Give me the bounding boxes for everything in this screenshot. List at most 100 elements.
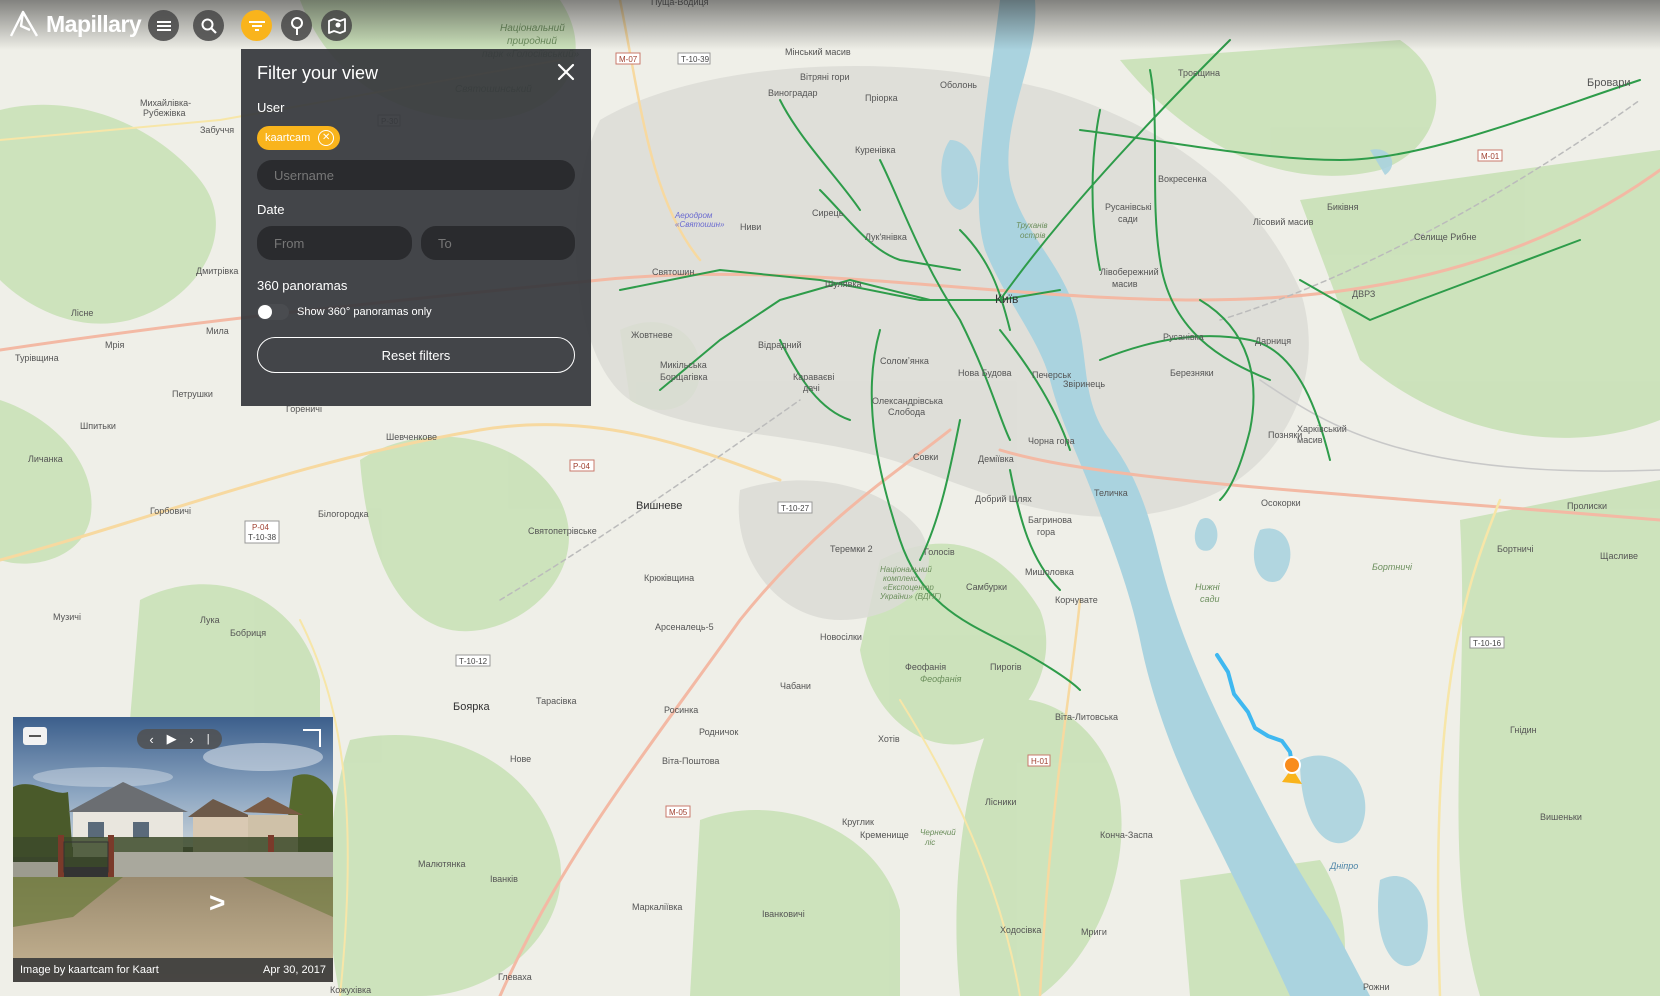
svg-text:Росинка: Росинка — [664, 705, 698, 715]
reset-filters-button[interactable]: Reset filters — [257, 337, 575, 373]
minimize-viewer-button[interactable] — [23, 727, 47, 745]
svg-text:Пріорка: Пріорка — [865, 93, 898, 103]
svg-text:Бобриця: Бобриця — [230, 628, 266, 638]
svg-text:Тарасівка: Тарасівка — [536, 696, 577, 706]
svg-text:«Святошин»: «Святошин» — [675, 220, 725, 229]
svg-text:Теремки 2: Теремки 2 — [830, 544, 873, 554]
svg-text:Березняки: Березняки — [1170, 368, 1214, 378]
stop-icon[interactable]: | — [207, 733, 210, 745]
svg-text:М-01: М-01 — [1481, 152, 1500, 161]
expand-viewer-icon[interactable] — [303, 729, 321, 747]
svg-text:сади: сади — [1118, 214, 1138, 224]
svg-text:Русанівські: Русанівські — [1105, 202, 1152, 212]
date-to-input[interactable] — [421, 226, 575, 260]
svg-text:Лука: Лука — [200, 615, 220, 625]
date-range — [257, 226, 575, 260]
svg-text:Круглик: Круглик — [842, 817, 874, 827]
svg-text:Рубежівка: Рубежівка — [143, 108, 186, 118]
svg-text:Гнідин: Гнідин — [1510, 725, 1537, 735]
svg-text:Звіринець: Звіринець — [1063, 379, 1105, 389]
search-button[interactable] — [193, 10, 224, 41]
svg-text:Національний: Національний — [880, 565, 932, 574]
filter-panel: Filter your view User kaartcam ✕ Date 36… — [241, 49, 591, 406]
svg-text:Пролиски: Пролиски — [1567, 501, 1607, 511]
svg-text:Лук'янівка: Лук'янівка — [865, 232, 907, 242]
forward-arrow-icon[interactable]: > — [209, 887, 225, 919]
svg-text:Музичі: Музичі — [53, 612, 81, 622]
svg-text:Маркаліївка: Маркаліївка — [632, 902, 682, 912]
panorama-toggle[interactable] — [257, 304, 289, 320]
svg-text:М-05: М-05 — [669, 808, 688, 817]
filter-button[interactable] — [241, 10, 272, 41]
svg-text:Феофанія: Феофанія — [905, 662, 946, 672]
svg-text:Віта-Поштова: Віта-Поштова — [662, 756, 719, 766]
svg-text:Караваєві: Караваєві — [793, 372, 834, 382]
svg-text:Михайлівка-: Михайлівка- — [140, 98, 191, 108]
svg-text:Нове: Нове — [510, 754, 531, 764]
svg-text:Вокресенка: Вокресенка — [1158, 174, 1207, 184]
svg-text:Нова Будова: Нова Будова — [958, 368, 1012, 378]
image-viewer[interactable]: ‹ ▶ › | > Image by kaartcam for Kaart Ap… — [13, 717, 333, 982]
svg-text:Шулявка: Шулявка — [825, 279, 862, 289]
svg-text:Жовтневе: Жовтневе — [631, 330, 673, 340]
svg-text:Хотів: Хотів — [878, 734, 900, 744]
panorama-toggle-row: Show 360° panoramas only — [257, 304, 575, 320]
toggle-knob — [258, 305, 272, 319]
svg-text:Р-04: Р-04 — [573, 462, 590, 471]
play-icon[interactable]: ▶ — [167, 731, 177, 747]
svg-text:гора: гора — [1037, 527, 1055, 537]
svg-text:Святопетрівське: Святопетрівське — [528, 526, 597, 536]
svg-text:Т-10-27: Т-10-27 — [781, 504, 810, 513]
svg-text:Т-10-39: Т-10-39 — [681, 55, 710, 64]
svg-text:острів: острів — [1020, 231, 1045, 240]
svg-text:Арсеналець-5: Арсеналець-5 — [655, 622, 714, 632]
map-feature-icon — [327, 17, 346, 34]
close-icon[interactable] — [555, 61, 577, 83]
street-photo — [13, 717, 333, 982]
svg-text:Харківський: Харківський — [1297, 424, 1347, 434]
svg-text:масив: масив — [1112, 279, 1138, 289]
svg-text:Відрадний: Відрадний — [758, 340, 802, 350]
svg-text:Іванків: Іванків — [490, 874, 518, 884]
previous-icon[interactable]: ‹ — [149, 732, 153, 747]
svg-text:Іванковичі: Іванковичі — [762, 909, 805, 919]
svg-text:Сирець: Сирець — [812, 208, 844, 218]
map-features-button[interactable] — [321, 10, 352, 41]
traffic-signs-button[interactable] — [281, 10, 312, 41]
user-chip: kaartcam ✕ — [257, 126, 341, 150]
date-label: Date — [257, 202, 285, 217]
mapillary-logo[interactable]: Mapillary — [8, 8, 142, 40]
menu-button[interactable] — [148, 10, 179, 41]
svg-text:Мрія: Мрія — [105, 340, 125, 350]
svg-text:комплекс: комплекс — [883, 574, 918, 583]
svg-text:Бровари: Бровари — [1587, 77, 1631, 89]
svg-text:Оболонь: Оболонь — [940, 80, 977, 90]
svg-text:Конча-Заспа: Конча-Заспа — [1100, 830, 1153, 840]
svg-text:України» (ВДНГ): України» (ВДНГ) — [879, 592, 942, 601]
svg-text:Кожухівка: Кожухівка — [330, 985, 371, 995]
image-attribution[interactable]: Image by kaartcam for Kaart — [20, 964, 159, 976]
hamburger-icon — [156, 20, 171, 31]
svg-text:Троєщина: Троєщина — [1178, 68, 1220, 78]
svg-text:Кременище: Кременище — [860, 830, 909, 840]
current-position-marker[interactable] — [1282, 756, 1302, 784]
svg-text:Петрушки: Петрушки — [172, 389, 213, 399]
svg-text:дачі: дачі — [803, 383, 820, 393]
svg-text:Куренівка: Куренівка — [855, 145, 896, 155]
svg-text:М-07: М-07 — [619, 55, 638, 64]
remove-user-icon[interactable]: ✕ — [318, 130, 335, 146]
date-from-input[interactable] — [257, 226, 412, 260]
svg-text:Святошин: Святошин — [652, 267, 694, 277]
svg-text:Крюківщина: Крюківщина — [644, 573, 694, 583]
svg-text:Т-10-12: Т-10-12 — [459, 657, 488, 666]
svg-text:Соломʼянка: Соломʼянка — [880, 356, 929, 366]
svg-text:Багринова: Багринова — [1028, 515, 1072, 525]
svg-text:Вишеньки: Вишеньки — [1540, 812, 1582, 822]
next-icon[interactable]: › — [189, 732, 193, 747]
svg-text:Глеваха: Глеваха — [498, 972, 532, 982]
svg-text:Лісники: Лісники — [985, 797, 1016, 807]
svg-text:Дмитрівка: Дмитрівка — [196, 266, 238, 276]
username-input[interactable] — [257, 160, 575, 190]
svg-text:Виноградар: Виноградар — [768, 88, 818, 98]
svg-text:Т-10-16: Т-10-16 — [1473, 639, 1502, 648]
